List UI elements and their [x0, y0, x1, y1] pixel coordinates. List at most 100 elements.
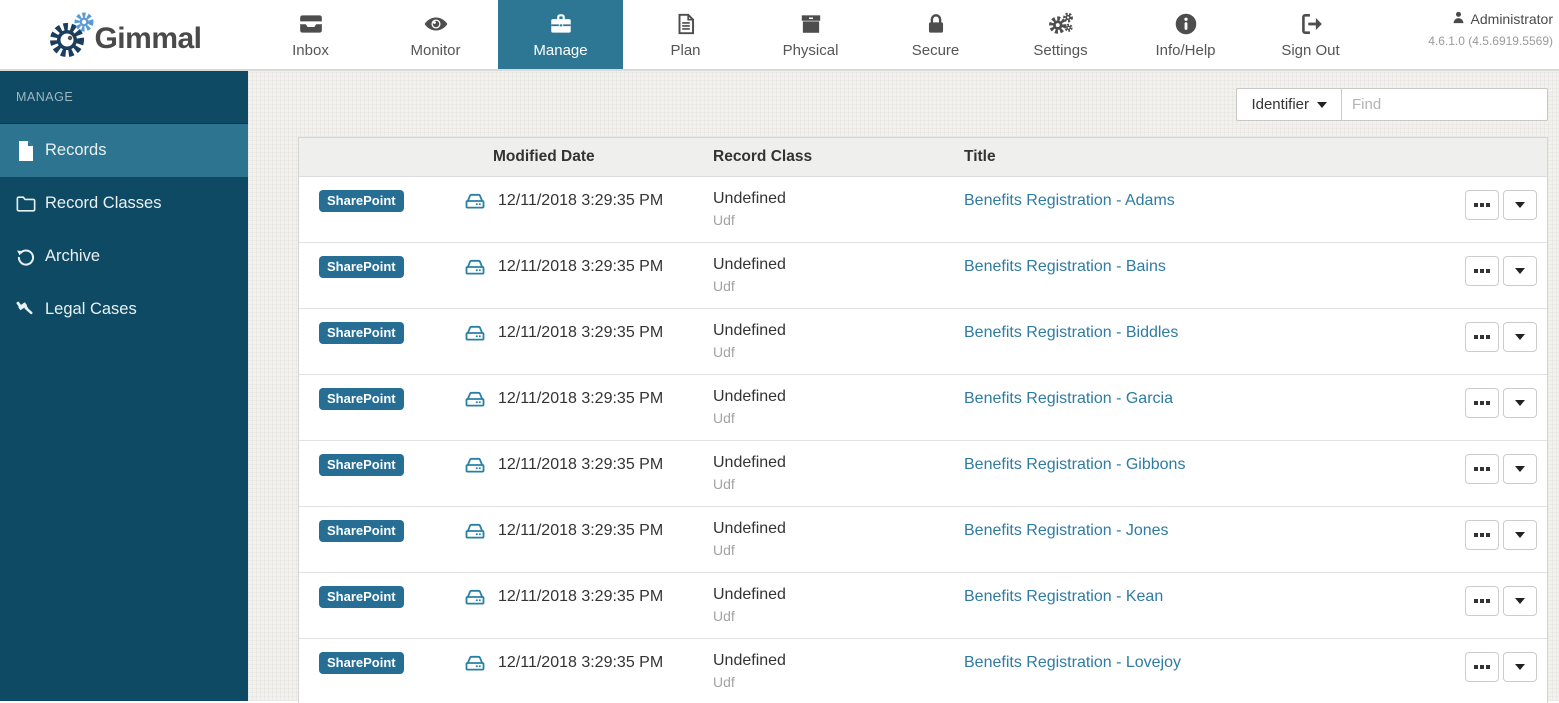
- modified-date-value: 12/11/2018 3:29:35 PM: [498, 390, 664, 407]
- record-title-link[interactable]: Benefits Registration - Jones: [964, 520, 1169, 540]
- record-class-detail: Udf: [713, 212, 735, 228]
- row-dropdown-button[interactable]: [1503, 586, 1537, 616]
- record-title-link[interactable]: Benefits Registration - Bains: [964, 256, 1166, 276]
- table-row: SharePoint 12/11/2018 3:29:35 PM Undefin…: [299, 441, 1547, 507]
- nav-item-monitor[interactable]: Monitor: [373, 0, 498, 69]
- gimmal-logo[interactable]: Gimmal: [0, 0, 248, 69]
- more-options-button[interactable]: [1465, 256, 1499, 286]
- ellipsis-icon: [1474, 335, 1490, 339]
- record-class-cell: Undefined Udf: [713, 507, 964, 558]
- inbox-icon: [298, 11, 324, 37]
- record-class-cell: Undefined Udf: [713, 243, 964, 294]
- column-header-record-class: Record Class: [713, 148, 813, 165]
- actions-cell: [1427, 177, 1547, 220]
- record-title-link[interactable]: Benefits Registration - Gibbons: [964, 454, 1185, 474]
- nav-item-plan[interactable]: Plan: [623, 0, 748, 69]
- record-title-link[interactable]: Benefits Registration - Adams: [964, 190, 1175, 210]
- row-dropdown-button[interactable]: [1503, 388, 1537, 418]
- modified-date-cell: 12/11/2018 3:29:35 PM: [463, 375, 713, 415]
- more-options-button[interactable]: [1465, 388, 1499, 418]
- more-options-button[interactable]: [1465, 190, 1499, 220]
- record-title-link[interactable]: Benefits Registration - Lovejoy: [964, 652, 1181, 672]
- nav-label: Settings: [1033, 41, 1088, 59]
- modified-date-cell: 12/11/2018 3:29:35 PM: [463, 639, 713, 679]
- source-cell: SharePoint: [299, 573, 463, 608]
- table-row: SharePoint 12/11/2018 3:29:35 PM Undefin…: [299, 309, 1547, 375]
- ellipsis-icon: [1474, 533, 1490, 537]
- caret-down-icon: [1515, 268, 1525, 274]
- modified-date-value: 12/11/2018 3:29:35 PM: [498, 522, 664, 539]
- record-title-link[interactable]: Benefits Registration - Biddles: [964, 322, 1178, 342]
- app-version: 4.6.1.0 (4.5.6919.5569): [1428, 34, 1553, 48]
- nav-item-inbox[interactable]: Inbox: [248, 0, 373, 69]
- row-dropdown-button[interactable]: [1503, 520, 1537, 550]
- sidebar-item-records[interactable]: Records: [0, 124, 248, 177]
- nav-item-info-help[interactable]: Info/Help: [1123, 0, 1248, 69]
- title-cell: Benefits Registration - Kean: [964, 573, 1427, 606]
- current-user[interactable]: Administrator: [1428, 10, 1553, 28]
- sidebar-item-record-classes[interactable]: Record Classes: [0, 177, 248, 230]
- nav-label: Physical: [782, 41, 839, 59]
- more-options-button[interactable]: [1465, 586, 1499, 616]
- caret-down-icon: [1515, 532, 1525, 538]
- sidebar-item-archive[interactable]: Archive: [0, 230, 248, 283]
- more-options-button[interactable]: [1465, 322, 1499, 352]
- source-cell: SharePoint: [299, 507, 463, 542]
- box-icon: [798, 11, 824, 37]
- actions-cell: [1427, 573, 1547, 616]
- folder-icon: [16, 194, 36, 214]
- sidebar: MANAGE Records Record Classes Archive Le…: [0, 71, 248, 701]
- find-input[interactable]: [1341, 88, 1548, 121]
- nav-item-sign-out[interactable]: Sign Out: [1248, 0, 1373, 69]
- caret-down-icon: [1515, 400, 1525, 406]
- more-options-button[interactable]: [1465, 454, 1499, 484]
- nav-item-physical[interactable]: Physical: [748, 0, 873, 69]
- title-cell: Benefits Registration - Bains: [964, 243, 1427, 276]
- record-class-cell: Undefined Udf: [713, 375, 964, 426]
- caret-down-icon: [1515, 466, 1525, 472]
- actions-cell: [1427, 639, 1547, 682]
- modified-date-cell: 12/11/2018 3:29:35 PM: [463, 507, 713, 547]
- person-icon: [1451, 10, 1466, 28]
- sharepoint-badge: SharePoint: [319, 388, 404, 410]
- record-class-value: Undefined: [713, 388, 786, 405]
- caret-down-icon: [1515, 334, 1525, 340]
- table-row: SharePoint 12/11/2018 3:29:35 PM Undefin…: [299, 243, 1547, 309]
- briefcase-icon: [548, 11, 574, 37]
- row-dropdown-button[interactable]: [1503, 256, 1537, 286]
- modified-date-cell: 12/11/2018 3:29:35 PM: [463, 177, 713, 217]
- title-cell: Benefits Registration - Lovejoy: [964, 639, 1427, 672]
- hard-drive-icon: [463, 652, 487, 679]
- record-title-link[interactable]: Benefits Registration - Garcia: [964, 388, 1173, 408]
- modified-date-value: 12/11/2018 3:29:35 PM: [498, 324, 664, 341]
- actions-cell: [1427, 309, 1547, 352]
- record-class-detail: Udf: [713, 410, 735, 426]
- nav-item-settings[interactable]: Settings: [998, 0, 1123, 69]
- modified-date-value: 12/11/2018 3:29:35 PM: [498, 258, 664, 275]
- info-icon: [1173, 11, 1199, 37]
- nav-item-secure[interactable]: Secure: [873, 0, 998, 69]
- more-options-button[interactable]: [1465, 520, 1499, 550]
- row-dropdown-button[interactable]: [1503, 322, 1537, 352]
- sidebar-item-label: Legal Cases: [45, 300, 137, 318]
- record-class-detail: Udf: [713, 674, 735, 690]
- table-row: SharePoint 12/11/2018 3:29:35 PM Undefin…: [299, 639, 1547, 703]
- search-toolbar: Identifier: [298, 88, 1548, 121]
- nav-item-manage[interactable]: Manage: [498, 0, 623, 69]
- brand-name: Gimmal: [94, 21, 202, 55]
- row-dropdown-button[interactable]: [1503, 652, 1537, 682]
- nav-label: Manage: [533, 41, 588, 59]
- source-cell: SharePoint: [299, 243, 463, 278]
- sidebar-item-legal-cases[interactable]: Legal Cases: [0, 283, 248, 336]
- actions-cell: [1427, 507, 1547, 550]
- sidebar-item-label: Archive: [45, 247, 101, 265]
- identifier-filter-dropdown[interactable]: Identifier: [1236, 88, 1341, 121]
- source-cell: SharePoint: [299, 441, 463, 476]
- table-row: SharePoint 12/11/2018 3:29:35 PM Undefin…: [299, 177, 1547, 243]
- sidebar-item-label: Records: [45, 141, 107, 159]
- row-dropdown-button[interactable]: [1503, 454, 1537, 484]
- row-dropdown-button[interactable]: [1503, 190, 1537, 220]
- record-title-link[interactable]: Benefits Registration - Kean: [964, 586, 1163, 606]
- more-options-button[interactable]: [1465, 652, 1499, 682]
- modified-date-value: 12/11/2018 3:29:35 PM: [498, 192, 664, 209]
